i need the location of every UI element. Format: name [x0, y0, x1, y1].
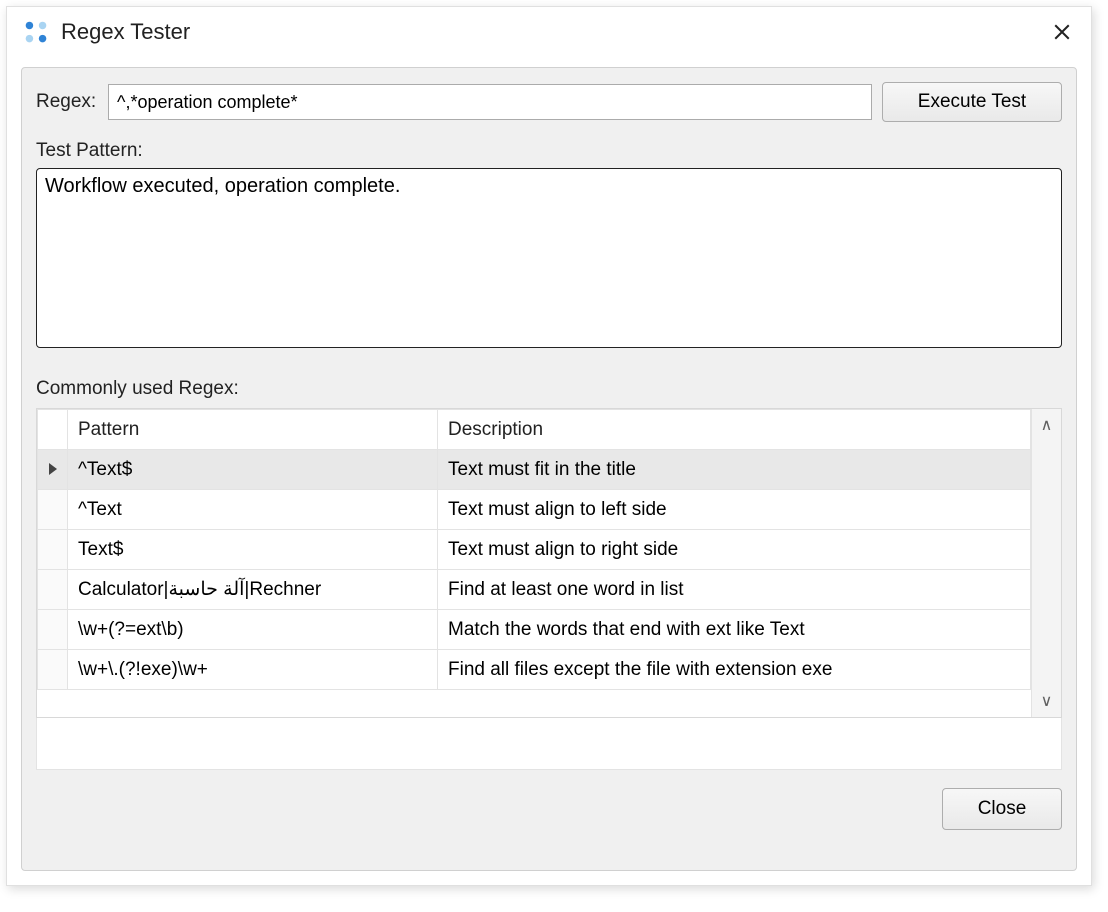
table-row[interactable]: \w+(?=ext\b)Match the words that end wit… [38, 610, 1031, 650]
table-row[interactable]: ^TextText must align to left side [38, 490, 1031, 530]
close-icon[interactable] [1047, 17, 1077, 47]
footer-row: Close [36, 788, 1062, 830]
regex-row: Regex: Execute Test [36, 82, 1062, 122]
table-row[interactable]: Calculator|آلة حاسبة|RechnerFind at leas… [38, 570, 1031, 610]
scroll-up-icon[interactable]: ∧ [1041, 415, 1053, 435]
cell-pattern: ^Text$ [68, 450, 438, 490]
cell-pattern: \w+(?=ext\b) [68, 610, 438, 650]
current-row-icon [49, 463, 57, 475]
table-row[interactable]: Text$Text must align to right side [38, 530, 1031, 570]
column-header-pattern[interactable]: Pattern [68, 410, 438, 450]
row-indicator [38, 650, 68, 690]
row-indicator-header [38, 410, 68, 450]
row-indicator [38, 530, 68, 570]
cell-pattern: ^Text [68, 490, 438, 530]
row-indicator [38, 570, 68, 610]
execute-test-button[interactable]: Execute Test [882, 82, 1062, 122]
titlebar: Regex Tester [7, 7, 1091, 61]
window-title: Regex Tester [61, 19, 1047, 45]
cell-description: Match the words that end with ext like T… [438, 610, 1031, 650]
cell-description: Text must align to right side [438, 530, 1031, 570]
close-button[interactable]: Close [942, 788, 1062, 830]
regex-tester-dialog: Regex Tester Regex: Execute Test Test Pa… [6, 6, 1092, 886]
grid-footer-spacer [36, 718, 1062, 770]
table-row[interactable]: ^Text$Text must fit in the title [38, 450, 1031, 490]
table-row[interactable]: \w+\.(?!exe)\w+Find all files except the… [38, 650, 1031, 690]
test-pattern-label: Test Pattern: [36, 140, 1062, 162]
cell-description: Text must fit in the title [438, 450, 1031, 490]
test-pattern-input[interactable] [36, 168, 1062, 348]
regex-label: Regex: [36, 91, 98, 113]
content-panel: Regex: Execute Test Test Pattern: Common… [21, 67, 1077, 871]
row-indicator [38, 610, 68, 650]
scroll-down-icon[interactable]: ∨ [1041, 691, 1053, 711]
cell-pattern: \w+\.(?!exe)\w+ [68, 650, 438, 690]
row-indicator [38, 450, 68, 490]
cell-description: Find all files except the file with exte… [438, 650, 1031, 690]
row-indicator [38, 490, 68, 530]
cell-description: Text must align to left side [438, 490, 1031, 530]
cell-description: Find at least one word in list [438, 570, 1031, 610]
grid-scrollbar[interactable]: ∧ ∨ [1031, 409, 1061, 717]
common-regex-grid: Pattern Description ^Text$Text must fit … [36, 408, 1062, 718]
column-header-description[interactable]: Description [438, 410, 1031, 450]
cell-pattern: Calculator|آلة حاسبة|Rechner [68, 570, 438, 610]
app-icon [21, 17, 51, 47]
commonly-used-label: Commonly used Regex: [36, 378, 1062, 400]
regex-input[interactable] [108, 84, 872, 120]
cell-pattern: Text$ [68, 530, 438, 570]
